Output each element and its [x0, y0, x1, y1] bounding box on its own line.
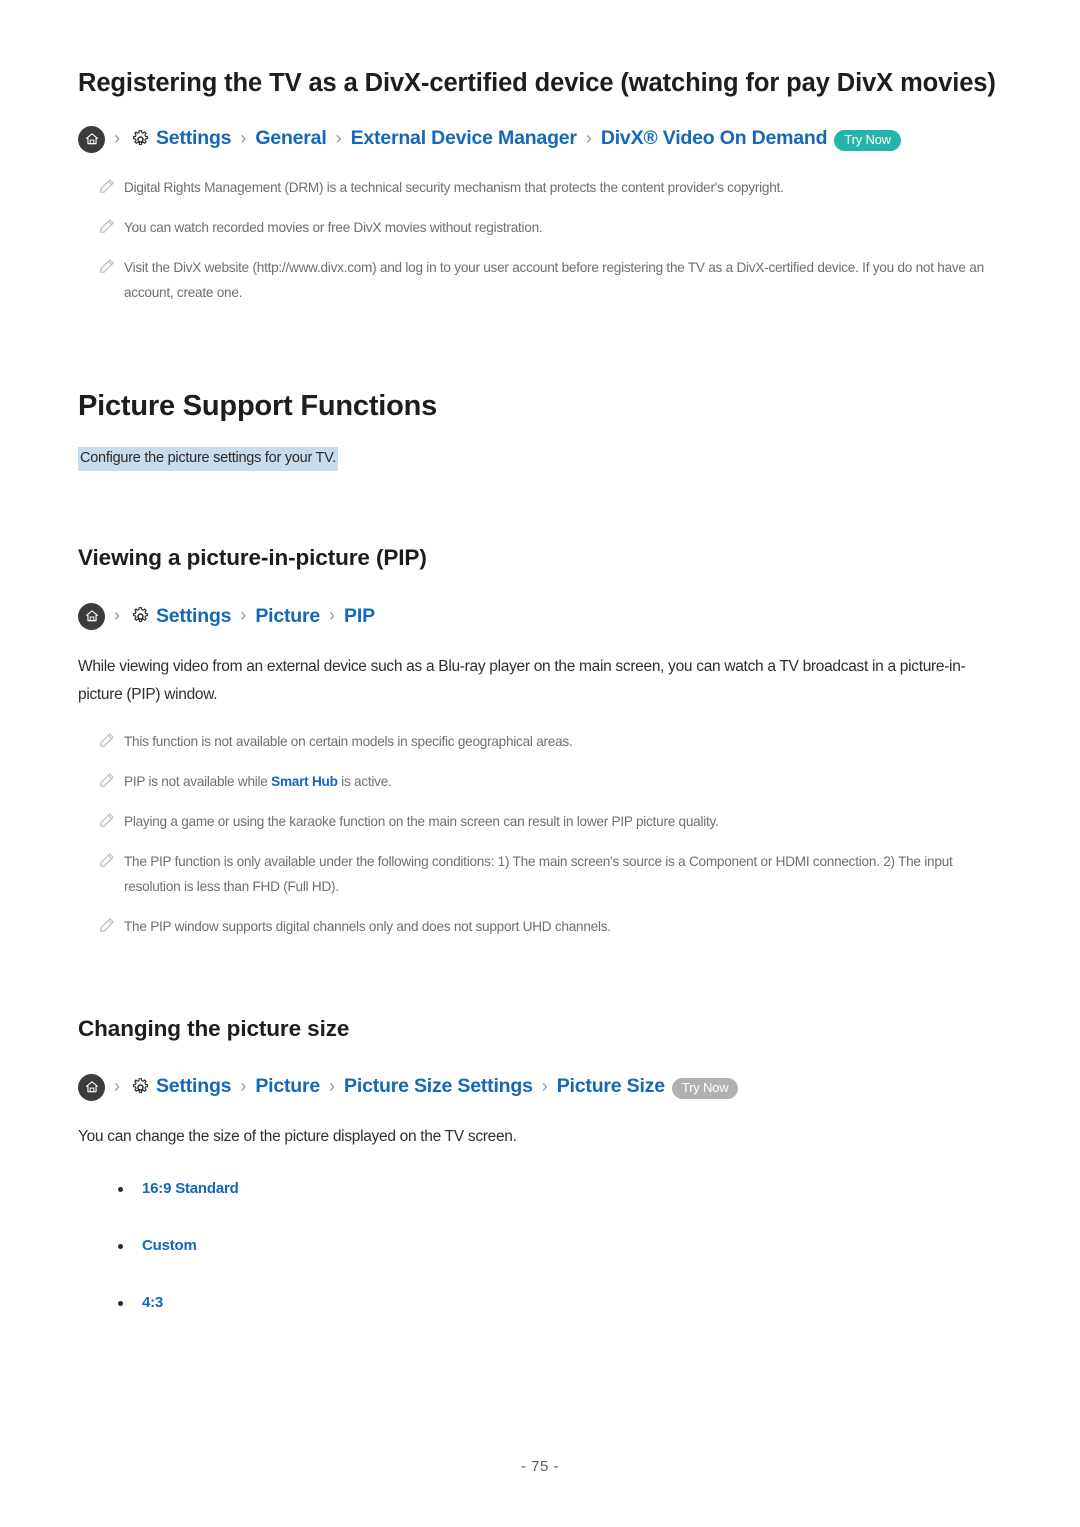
breadcrumb-item-settings[interactable]: Settings: [156, 606, 232, 627]
breadcrumb-item-picture-size[interactable]: Picture Size: [557, 1077, 665, 1097]
note-item: PIP is not available while Smart Hub is …: [78, 769, 1002, 794]
note-item: Digital Rights Management (DRM) is a tec…: [78, 175, 1002, 200]
page-title-divx: Registering the TV as a DivX-certified d…: [78, 69, 996, 97]
note-item: This function is not available on certai…: [78, 729, 1002, 754]
notes-list-pip: This function is not available on certai…: [78, 729, 1002, 940]
body-paragraph-picture-size: You can change the size of the picture d…: [78, 1127, 517, 1145]
breadcrumb-item-picture-size-settings[interactable]: Picture Size Settings: [344, 1077, 533, 1097]
manual-page: Registering the TV as a DivX-certified d…: [0, 0, 1080, 1527]
list-item[interactable]: Custom: [78, 1238, 1002, 1253]
pencil-icon: [98, 732, 115, 749]
note-text: You can watch recorded movies or free Di…: [124, 219, 543, 235]
pencil-icon: [98, 852, 115, 869]
note-item: The PIP window supports digital channels…: [78, 914, 1002, 939]
picture-size-options-list: 16:9 Standard Custom 4:3: [78, 1181, 1002, 1310]
list-item[interactable]: 16:9 Standard: [78, 1181, 1002, 1196]
note-item: Visit the DivX website (http://www.divx.…: [78, 255, 1002, 305]
try-now-badge[interactable]: Try Now: [834, 129, 901, 151]
breadcrumb-picture-size: › Settings › Picture › Picture Size Sett…: [78, 1073, 1002, 1101]
note-text: The PIP window supports digital channels…: [124, 919, 611, 935]
note-text: This function is not available on certai…: [124, 733, 573, 749]
breadcrumb-item-picture[interactable]: Picture: [255, 606, 320, 627]
breadcrumb-item-picture[interactable]: Picture: [255, 1077, 320, 1097]
breadcrumb-separator: ›: [329, 605, 336, 626]
breadcrumb-separator: ›: [240, 128, 247, 149]
home-icon[interactable]: [78, 125, 105, 153]
page-number: - 75 -: [520, 1458, 559, 1475]
body-paragraph-pip: While viewing video from an external dev…: [78, 657, 966, 703]
breadcrumb-separator: ›: [240, 605, 247, 626]
pencil-icon: [98, 917, 115, 934]
breadcrumb-separator: ›: [541, 1076, 548, 1097]
note-text: Visit the DivX website (http://www.divx.…: [124, 259, 984, 301]
pencil-icon: [98, 218, 115, 235]
breadcrumb-separator: ›: [114, 605, 120, 626]
pencil-icon: [98, 772, 115, 789]
note-item: You can watch recorded movies or free Di…: [78, 215, 1002, 240]
lead-highlight-text: Configure the picture settings for your …: [78, 446, 339, 471]
pencil-icon: [98, 812, 115, 829]
note-text-suffix: is active.: [337, 773, 392, 789]
note-text: The PIP function is only available under…: [124, 854, 953, 895]
breadcrumb-separator: ›: [335, 128, 342, 149]
home-icon[interactable]: [78, 1073, 105, 1101]
breadcrumb-item-settings[interactable]: Settings: [156, 1077, 232, 1097]
breadcrumb-pip: › Settings › Picture › PIP: [78, 602, 1002, 630]
pencil-icon: [98, 178, 115, 195]
section-heading-picture-support: Picture Support Functions: [78, 390, 438, 423]
home-icon[interactable]: [78, 602, 105, 630]
note-item: Playing a game or using the karaoke func…: [78, 809, 1002, 834]
note-text: Playing a game or using the karaoke func…: [124, 814, 719, 830]
breadcrumb-separator: ›: [114, 128, 120, 149]
breadcrumb-separator: ›: [114, 1076, 120, 1097]
breadcrumb-divx: › Settings › General › External Device M…: [78, 125, 1002, 153]
smart-hub-link[interactable]: Smart Hub: [271, 774, 338, 789]
pencil-icon: [98, 258, 115, 275]
breadcrumb-separator: ›: [329, 1076, 336, 1097]
list-item[interactable]: 4:3: [78, 1295, 1002, 1310]
breadcrumb-item-pip[interactable]: PIP: [344, 606, 375, 627]
note-text-prefix: PIP is not available while: [124, 773, 272, 789]
breadcrumb-separator: ›: [585, 128, 592, 149]
gear-icon: [129, 605, 151, 627]
section-heading-pip: Viewing a picture-in-picture (PIP): [78, 544, 427, 570]
breadcrumb-item-general[interactable]: General: [255, 129, 326, 149]
breadcrumb-separator: ›: [240, 1076, 247, 1097]
breadcrumb-item-settings[interactable]: Settings: [156, 129, 232, 149]
note-text: Digital Rights Management (DRM) is a tec…: [124, 179, 784, 195]
gear-icon: [129, 1076, 151, 1098]
gear-icon: [129, 128, 151, 150]
note-item: The PIP function is only available under…: [78, 849, 1002, 899]
breadcrumb-item-divx-video-on-demand[interactable]: DivX® Video On Demand: [601, 129, 828, 149]
lead-wrapper: Configure the picture settings for your …: [78, 446, 1002, 471]
section-heading-picture-size: Changing the picture size: [78, 1015, 350, 1041]
try-now-badge[interactable]: Try Now: [671, 1077, 739, 1099]
breadcrumb-item-external-device-manager[interactable]: External Device Manager: [351, 129, 577, 149]
